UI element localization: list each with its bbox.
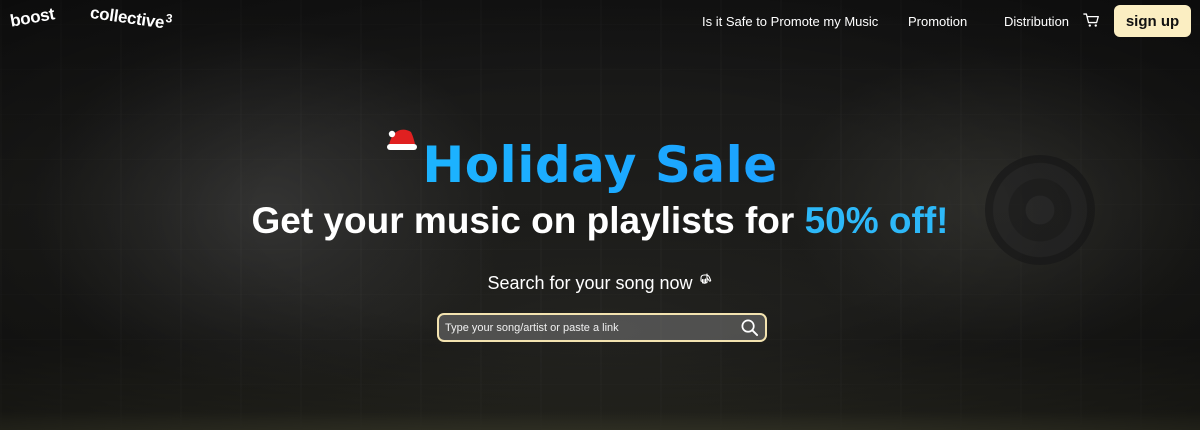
nav-promotion[interactable]: Promotion: [908, 14, 967, 29]
logo-collective-text: collective: [88, 3, 166, 33]
nav-is-it-safe[interactable]: Is it Safe to Promote my Music: [702, 14, 878, 29]
subtitle-highlight: 50% off!: [804, 200, 949, 241]
sign-up-button[interactable]: sign up: [1114, 5, 1191, 37]
page-title: Holiday Sale: [0, 136, 1200, 194]
nav-distribution[interactable]: Distribution: [1004, 14, 1069, 29]
hero-subtitle: Get your music on playlists for 50% off!: [0, 200, 1200, 242]
cart-icon[interactable]: [1083, 12, 1100, 28]
subtitle-main: Get your music on playlists for: [251, 200, 805, 241]
search-icon[interactable]: [740, 318, 759, 337]
song-search-input[interactable]: [445, 318, 735, 338]
logo-boost[interactable]: boost: [9, 4, 57, 31]
site-header: boost collective3 Is it Safe to Promote …: [0, 0, 1200, 48]
song-search-box: [437, 313, 767, 342]
search-prompt-text: Search for your song now: [487, 273, 693, 293]
search-prompt: Search for your song now: [0, 273, 1200, 294]
logo-collective[interactable]: collective3: [89, 0, 173, 34]
hand-pointer-down-icon: [700, 273, 711, 284]
logo-collective-mark: 3: [164, 10, 174, 26]
